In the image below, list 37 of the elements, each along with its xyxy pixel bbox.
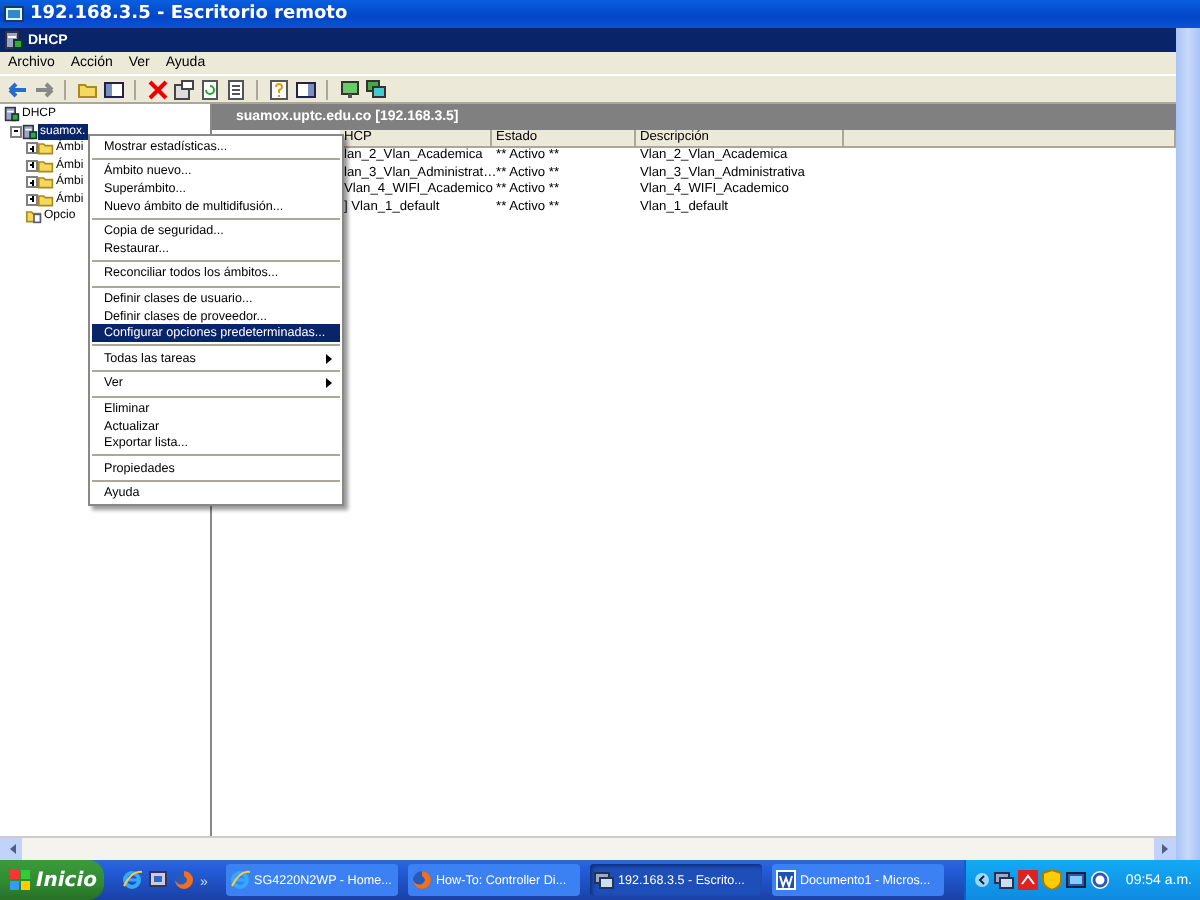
window-title: 192.168.3.5 - Escritorio remoto	[30, 4, 348, 24]
browser-icon[interactable]	[122, 870, 142, 890]
monitor-icon[interactable]	[1065, 870, 1086, 890]
delete-icon[interactable]	[147, 79, 167, 99]
help-icon[interactable]	[269, 79, 289, 99]
forward-arrow-icon[interactable]	[33, 79, 53, 99]
document-icon	[776, 870, 796, 890]
windows-flag-icon	[10, 870, 30, 890]
remote-desktop-icon	[4, 4, 24, 24]
monitor-icon[interactable]	[339, 79, 359, 99]
scroll-right-icon[interactable]	[1159, 842, 1171, 856]
document-icon[interactable]	[225, 79, 245, 99]
browser-icon	[230, 870, 250, 890]
back-arrow-icon[interactable]	[7, 79, 27, 99]
panel-icon[interactable]	[103, 79, 123, 99]
remote-desktop-icon	[594, 870, 614, 890]
network-icon[interactable]	[993, 870, 1014, 890]
sync-icon[interactable]	[1089, 870, 1110, 890]
desktop-icon[interactable]	[148, 870, 168, 890]
submenu-arrow-icon	[326, 378, 332, 389]
scroll-left-icon[interactable]	[5, 842, 17, 856]
antivirus-icon[interactable]	[1017, 870, 1038, 890]
expand-icon[interactable]	[26, 193, 38, 206]
fox-globe-icon	[412, 870, 432, 890]
expand-icon[interactable]	[26, 142, 38, 155]
expand-icon[interactable]	[26, 159, 38, 172]
properties-icon[interactable]	[173, 79, 193, 99]
start-button[interactable]: Inicio	[0, 860, 104, 900]
server-icon	[4, 30, 24, 50]
refresh-icon[interactable]	[199, 79, 219, 99]
expand-icon[interactable]	[26, 176, 38, 189]
submenu-arrow-icon	[326, 353, 332, 364]
panel-icon[interactable]	[295, 79, 315, 99]
folder-document-icon	[26, 208, 42, 225]
collapse-icon[interactable]	[10, 125, 22, 138]
expand-tray-icon[interactable]	[973, 872, 990, 888]
computers-icon[interactable]	[365, 79, 385, 99]
